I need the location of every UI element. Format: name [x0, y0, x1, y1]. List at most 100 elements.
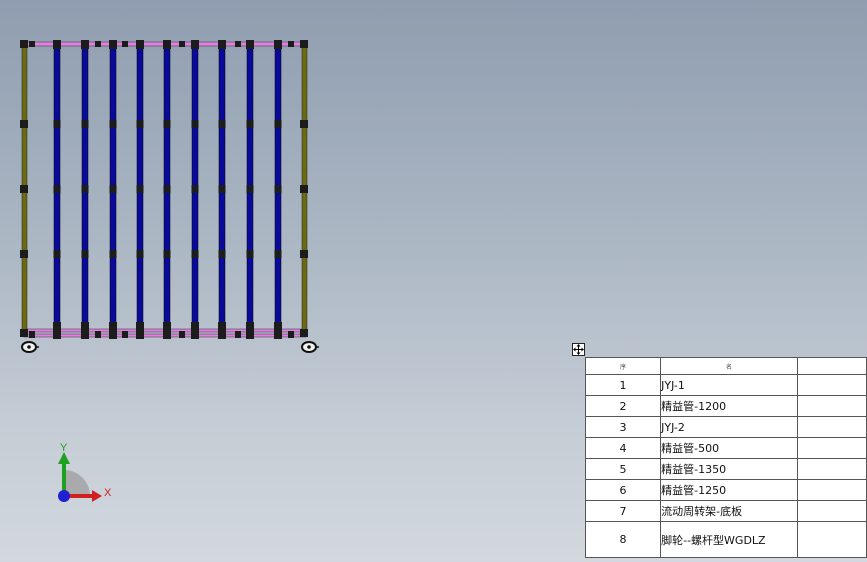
rail-connector [95, 331, 101, 338]
post-connector [300, 329, 308, 337]
bom-cell-name: JYJ-2 [660, 416, 798, 438]
tube-joint-connector [163, 185, 171, 193]
bom-cell-name: 流动周转架-底板 [660, 500, 798, 522]
bom-cell-name: 精益管-500 [660, 437, 798, 459]
rail-connector [95, 41, 101, 47]
bom-header-extra [796, 357, 867, 375]
caster-hub [307, 345, 311, 349]
graphics-viewport[interactable]: Y X 序 名 1 JYJ-1 2 精益管-1200 3 JYJ-2 4 精益管-500… [0, 0, 867, 562]
bottom-joint-connector [274, 322, 282, 339]
tube-joint-connector [218, 185, 226, 193]
rail-connector [179, 331, 185, 338]
bom-cell-extra [796, 416, 867, 438]
bottom-joint-connector [218, 322, 226, 339]
tube-joint-connector [191, 250, 199, 258]
top-joint-connector [81, 40, 89, 49]
caster-hub [27, 345, 31, 349]
bottom-joint-connector [136, 322, 144, 339]
rail-connector [235, 331, 241, 338]
post-connector [20, 185, 28, 193]
top-joint-connector [191, 40, 199, 49]
bom-table[interactable]: 序 名 1 JYJ-1 2 精益管-1200 3 JYJ-2 4 精益管-500 5 精益… [584, 357, 867, 558]
bom-cell-extra [796, 479, 867, 501]
bom-cell-name: 精益管-1250 [660, 479, 798, 501]
rail-connector [29, 41, 35, 47]
tube-joint-connector [53, 250, 61, 258]
tube-joint-connector [246, 185, 254, 193]
post-connector [20, 40, 28, 48]
bom-header-no: 序 [584, 357, 662, 375]
bom-cell-extra [796, 500, 867, 522]
tube-joint-connector [81, 250, 89, 258]
tube-joint-connector [53, 120, 61, 128]
bom-cell-no: 3 [584, 416, 662, 438]
tube-joint-connector [218, 250, 226, 258]
tube-joint-connector [246, 120, 254, 128]
bom-header-row: 序 名 [584, 357, 867, 375]
bom-cell-extra [796, 437, 867, 459]
top-joint-connector [246, 40, 254, 49]
tube-joint-connector [136, 250, 144, 258]
bom-cell-name: 脚轮--螺杆型WGDLZ [660, 521, 798, 558]
bottom-joint-connector [246, 322, 254, 339]
bom-cell-no: 1 [584, 374, 662, 396]
bom-cell-name: 精益管-1350 [660, 458, 798, 480]
tube-joint-connector [274, 250, 282, 258]
post-connector [300, 40, 308, 48]
table-row[interactable]: 4 精益管-500 [584, 437, 867, 459]
tube-joint-connector [81, 120, 89, 128]
tube-joint-connector [81, 185, 89, 193]
top-joint-connector [218, 40, 226, 49]
table-row[interactable]: 1 JYJ-1 [584, 374, 867, 396]
table-row[interactable]: 3 JYJ-2 [584, 416, 867, 438]
tube-joint-connector [274, 185, 282, 193]
post-connector [300, 185, 308, 193]
top-joint-connector [136, 40, 144, 49]
table-row[interactable]: 2 精益管-1200 [584, 395, 867, 417]
table-row[interactable]: 5 精益管-1350 [584, 458, 867, 480]
tube-joint-connector [136, 185, 144, 193]
post-connector [20, 329, 28, 337]
post-connector [300, 250, 308, 258]
bom-cell-no: 2 [584, 395, 662, 417]
bottom-joint-connector [191, 322, 199, 339]
tube-joint-connector [109, 250, 117, 258]
bom-cell-extra [796, 395, 867, 417]
tube-joint-connector [246, 250, 254, 258]
rail-connector [179, 41, 185, 47]
rail-connector [288, 41, 294, 47]
y-axis-label: Y [60, 442, 68, 454]
rail-connector [29, 331, 35, 338]
bom-cell-extra [796, 458, 867, 480]
move-handle-icon[interactable] [572, 343, 585, 356]
bottom-joint-connector [163, 322, 171, 339]
rail-connector [122, 41, 128, 47]
tube-joint-connector [274, 120, 282, 128]
rail-connector [122, 331, 128, 338]
top-joint-connector [274, 40, 282, 49]
table-row[interactable]: 6 精益管-1250 [584, 479, 867, 501]
bom-header-name: 名 [660, 357, 798, 375]
bottom-joint-connector [53, 322, 61, 339]
tube-joint-connector [218, 120, 226, 128]
tube-joint-connector [163, 120, 171, 128]
bom-cell-extra [796, 521, 867, 558]
bom-cell-name: 精益管-1200 [660, 395, 798, 417]
top-joint-connector [53, 40, 61, 49]
tube-joint-connector [109, 185, 117, 193]
rail-connector [288, 331, 294, 338]
post-connector [20, 250, 28, 258]
bom-cell-no: 8 [584, 521, 662, 558]
bom-cell-extra [796, 374, 867, 396]
bom-cell-no: 6 [584, 479, 662, 501]
table-row[interactable]: 7 流动周转架-底板 [584, 500, 867, 522]
post-connector [300, 120, 308, 128]
top-joint-connector [163, 40, 171, 49]
x-axis-label: X [104, 487, 112, 499]
table-row[interactable]: 8 脚轮--螺杆型WGDLZ [584, 521, 867, 558]
tube-joint-connector [53, 185, 61, 193]
tube-joint-connector [136, 120, 144, 128]
bom-cell-no: 4 [584, 437, 662, 459]
tube-joint-connector [109, 120, 117, 128]
top-joint-connector [109, 40, 117, 49]
